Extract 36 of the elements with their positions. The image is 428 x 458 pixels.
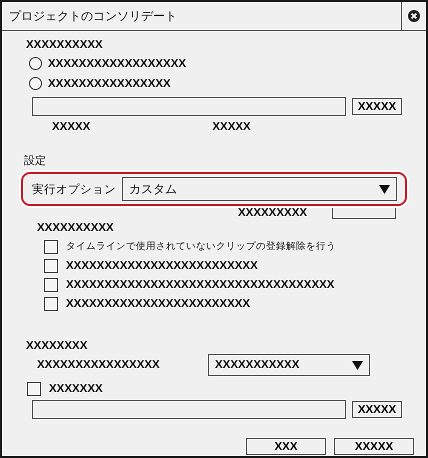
text-field[interactable] — [332, 205, 396, 219]
checkbox-label: XXXXXXX — [49, 383, 103, 395]
section-heading: 設定 — [24, 153, 47, 168]
size-label: XXXXXXXXX — [238, 207, 308, 219]
close-icon[interactable] — [408, 10, 420, 22]
caret-icon — [379, 184, 390, 194]
dropdown[interactable]: カスタム — [122, 177, 397, 201]
section-heading: XXXXXXXX — [26, 340, 88, 352]
browse-button[interactable]: XXXXX — [352, 98, 402, 115]
radio-label: XXXXXXXXXXXXXXXXXX — [48, 58, 186, 70]
info-label: XXXXX — [212, 121, 251, 133]
radio-label: XXXXXXXXXXXXXXXX — [48, 78, 171, 90]
checkbox-label: XXXXXXXXXXXXXXXXXXXXXXXXX — [66, 260, 258, 272]
checkbox[interactable] — [44, 258, 58, 272]
radio-button[interactable] — [29, 57, 42, 70]
checkbox-label: XXXXXXXXXXXXXXXXXXXXXXXX — [66, 298, 250, 310]
checkbox[interactable] — [27, 382, 41, 396]
window-title: プロジェクトのコンソリデート — [8, 8, 178, 24]
info-label: XXXXX — [52, 121, 90, 133]
checkbox[interactable] — [44, 240, 58, 254]
checkbox[interactable] — [44, 296, 58, 310]
checkbox[interactable] — [44, 278, 58, 292]
cancel-button[interactable]: XXXXX — [334, 438, 414, 455]
text-field[interactable] — [32, 400, 346, 419]
radio-button[interactable] — [29, 77, 42, 90]
section-heading: XXXXXXXXXX — [26, 39, 104, 51]
text-field[interactable] — [32, 97, 346, 116]
browse-button[interactable]: XXXXX — [352, 401, 402, 418]
checkbox-label: XXXXXXXXXXXXXXXXXXXXXXXXXXXXXXXXXXX — [66, 278, 334, 290]
checkbox-label: タイムラインで使用されていないクリップの登録解除を行う — [66, 240, 336, 253]
format-label: XXXXXXXXXXXXXXXX — [37, 359, 161, 371]
dropdown[interactable]: XXXXXXXXXXX — [208, 354, 370, 376]
group-heading: XXXXXXXXXX — [37, 222, 115, 234]
caret-icon — [352, 360, 363, 370]
option-label: 実行オプション — [32, 182, 116, 196]
ok-button[interactable]: XXX — [246, 438, 326, 455]
